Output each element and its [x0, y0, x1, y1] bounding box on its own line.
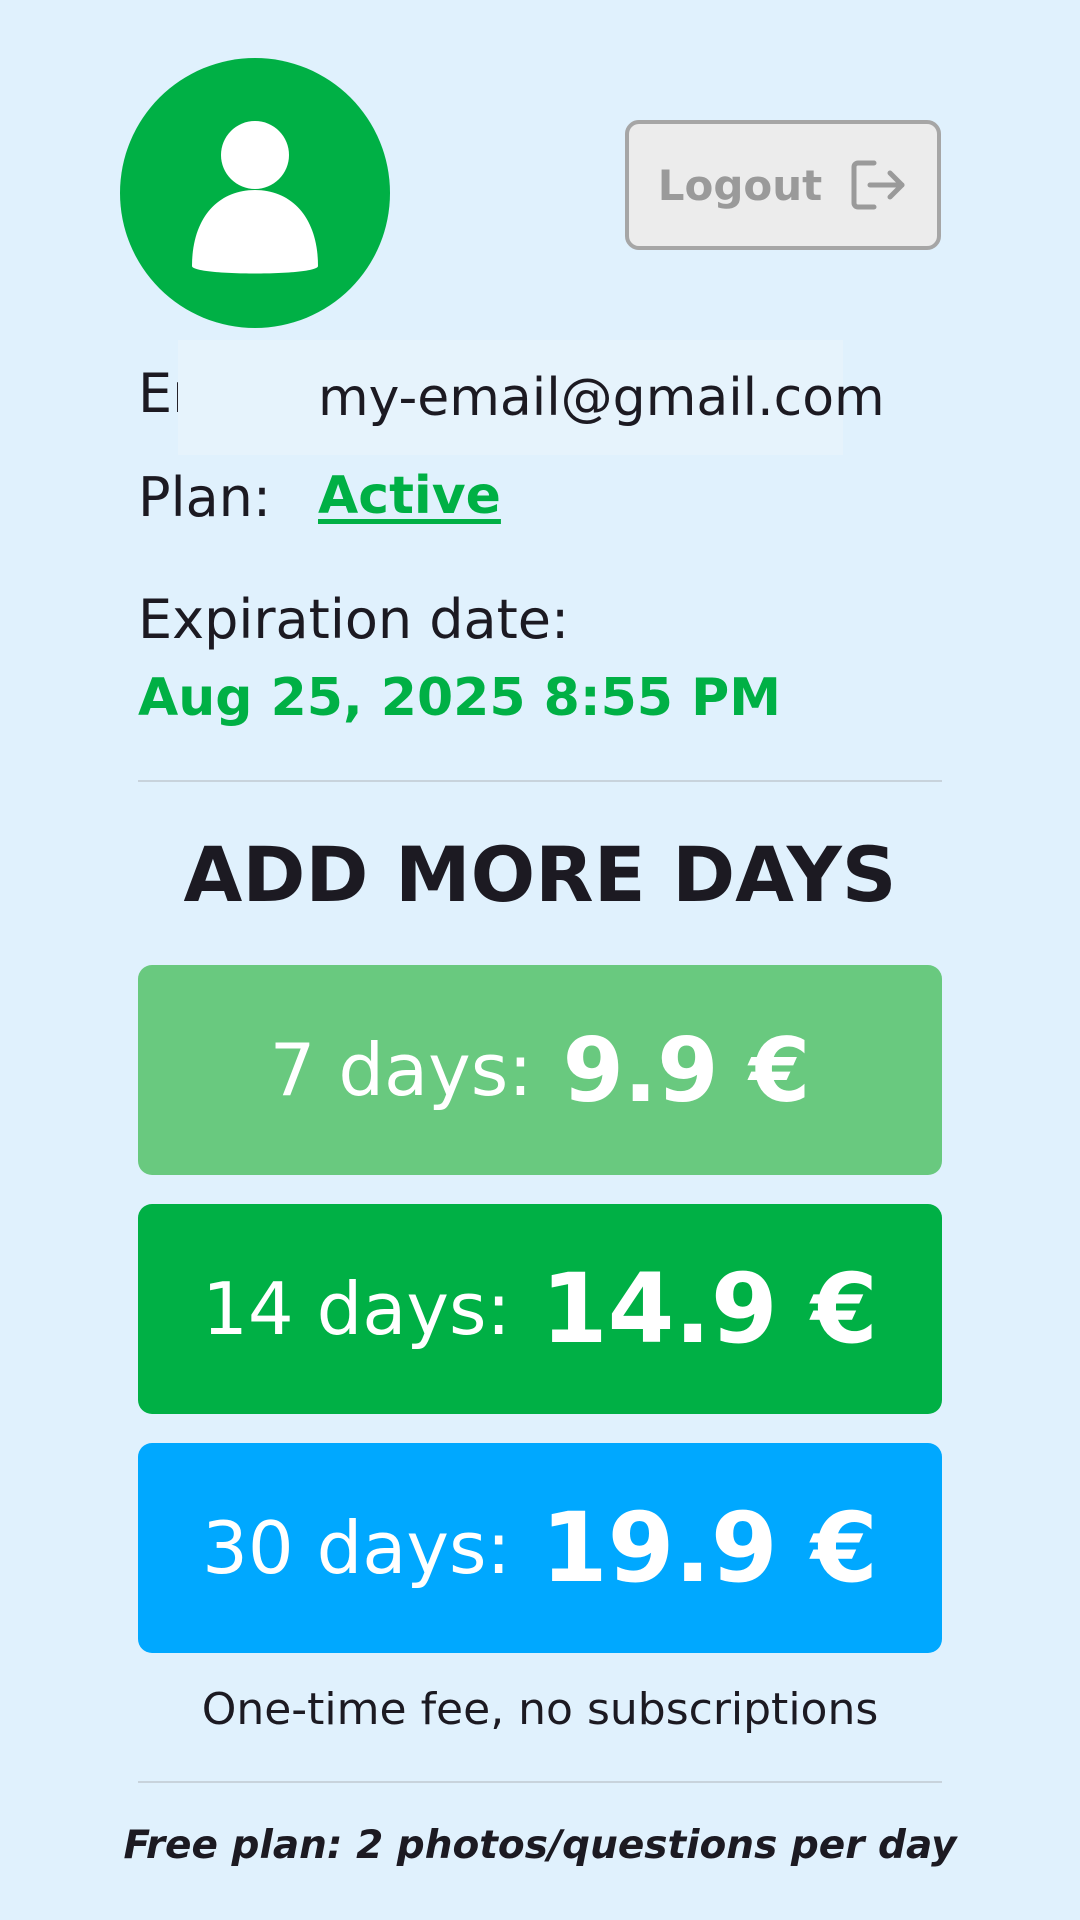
price-label: 9.9 €: [562, 1018, 811, 1122]
divider: [138, 1781, 942, 1783]
days-label: 30 days:: [202, 1506, 511, 1590]
logout-label: Logout: [657, 160, 823, 210]
buy-7-days-button[interactable]: 7 days: 9.9 €: [138, 965, 942, 1175]
plan-label: Plan:: [138, 466, 272, 529]
avatar: [120, 58, 390, 328]
plan-row: Plan: Active: [138, 466, 501, 529]
expiration-label: Expiration date:: [138, 588, 570, 651]
divider: [138, 780, 942, 782]
section-title: ADD MORE DAYS: [183, 830, 897, 919]
expiration-value: Aug 25, 2025 8:55 PM: [138, 668, 781, 728]
price-label: 14.9 €: [540, 1253, 878, 1365]
buy-30-days-button[interactable]: 30 days: 19.9 €: [138, 1443, 942, 1653]
user-icon: [192, 121, 318, 274]
days-label: 14 days:: [202, 1267, 511, 1351]
email-value: my-email@gmail.com: [178, 340, 885, 455]
plan-status-link[interactable]: Active: [318, 466, 501, 526]
logout-button[interactable]: Logout: [625, 120, 941, 250]
email-row: Email: my-email@gmail.com: [138, 340, 885, 455]
free-plan-note: Free plan: 2 photos/questions per day: [123, 1823, 957, 1868]
logout-icon: [850, 159, 908, 211]
price-label: 19.9 €: [540, 1492, 878, 1604]
days-label: 7 days:: [269, 1028, 533, 1112]
buy-14-days-button[interactable]: 14 days: 14.9 €: [138, 1204, 942, 1414]
fee-note: One-time fee, no subscriptions: [201, 1684, 879, 1735]
